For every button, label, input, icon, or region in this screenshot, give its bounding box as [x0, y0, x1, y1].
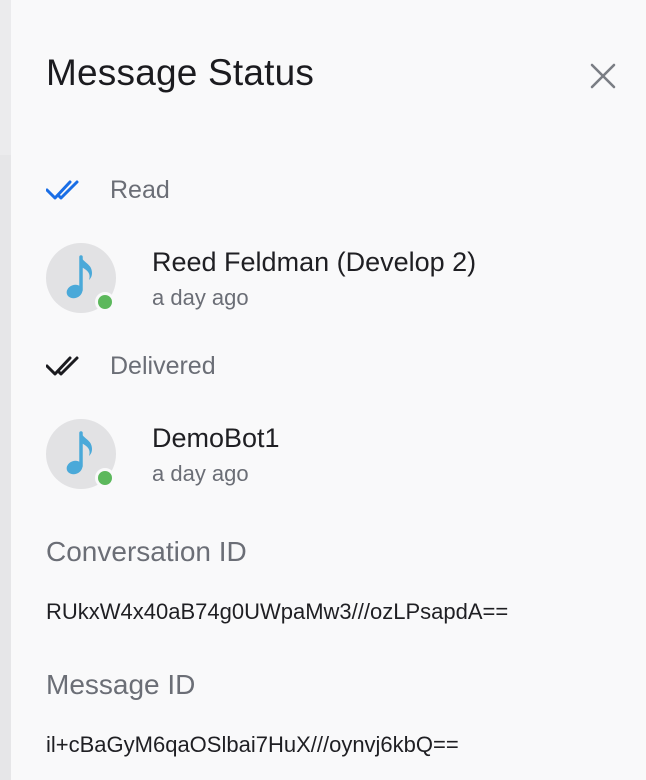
- read-label: Read: [110, 175, 170, 204]
- read-status-header: Read: [46, 175, 170, 205]
- close-button[interactable]: [587, 60, 619, 92]
- avatar: [46, 243, 116, 313]
- avatar: [46, 419, 116, 489]
- conversation-id-value[interactable]: RUkxW4x40aB74g0UWpaMw3///ozLPsapdA==: [46, 599, 508, 625]
- delivered-label: Delivered: [110, 351, 216, 380]
- left-edge-strip-upper: [0, 0, 11, 155]
- user-name: Reed Feldman (Develop 2): [152, 247, 477, 277]
- user-time: a day ago: [152, 285, 249, 310]
- page-title: Message Status: [46, 52, 315, 93]
- message-id-value[interactable]: il+cBaGyM6qaOSlbai7HuX///oynvj6kbQ==: [46, 732, 459, 758]
- close-icon: [590, 63, 616, 89]
- conversation-id-label: Conversation ID: [46, 536, 247, 567]
- user-name: DemoBot1: [152, 423, 280, 453]
- online-status-dot: [95, 292, 115, 312]
- double-check-icon: [46, 180, 79, 200]
- message-status-panel: Message Status Read Reed Feldman (Develo…: [11, 0, 646, 780]
- delivered-status-header: Delivered: [46, 351, 216, 381]
- left-edge-strip: [0, 0, 11, 780]
- user-time: a day ago: [152, 461, 249, 486]
- message-id-label: Message ID: [46, 669, 196, 700]
- online-status-dot: [95, 468, 115, 488]
- double-check-icon: [46, 356, 79, 376]
